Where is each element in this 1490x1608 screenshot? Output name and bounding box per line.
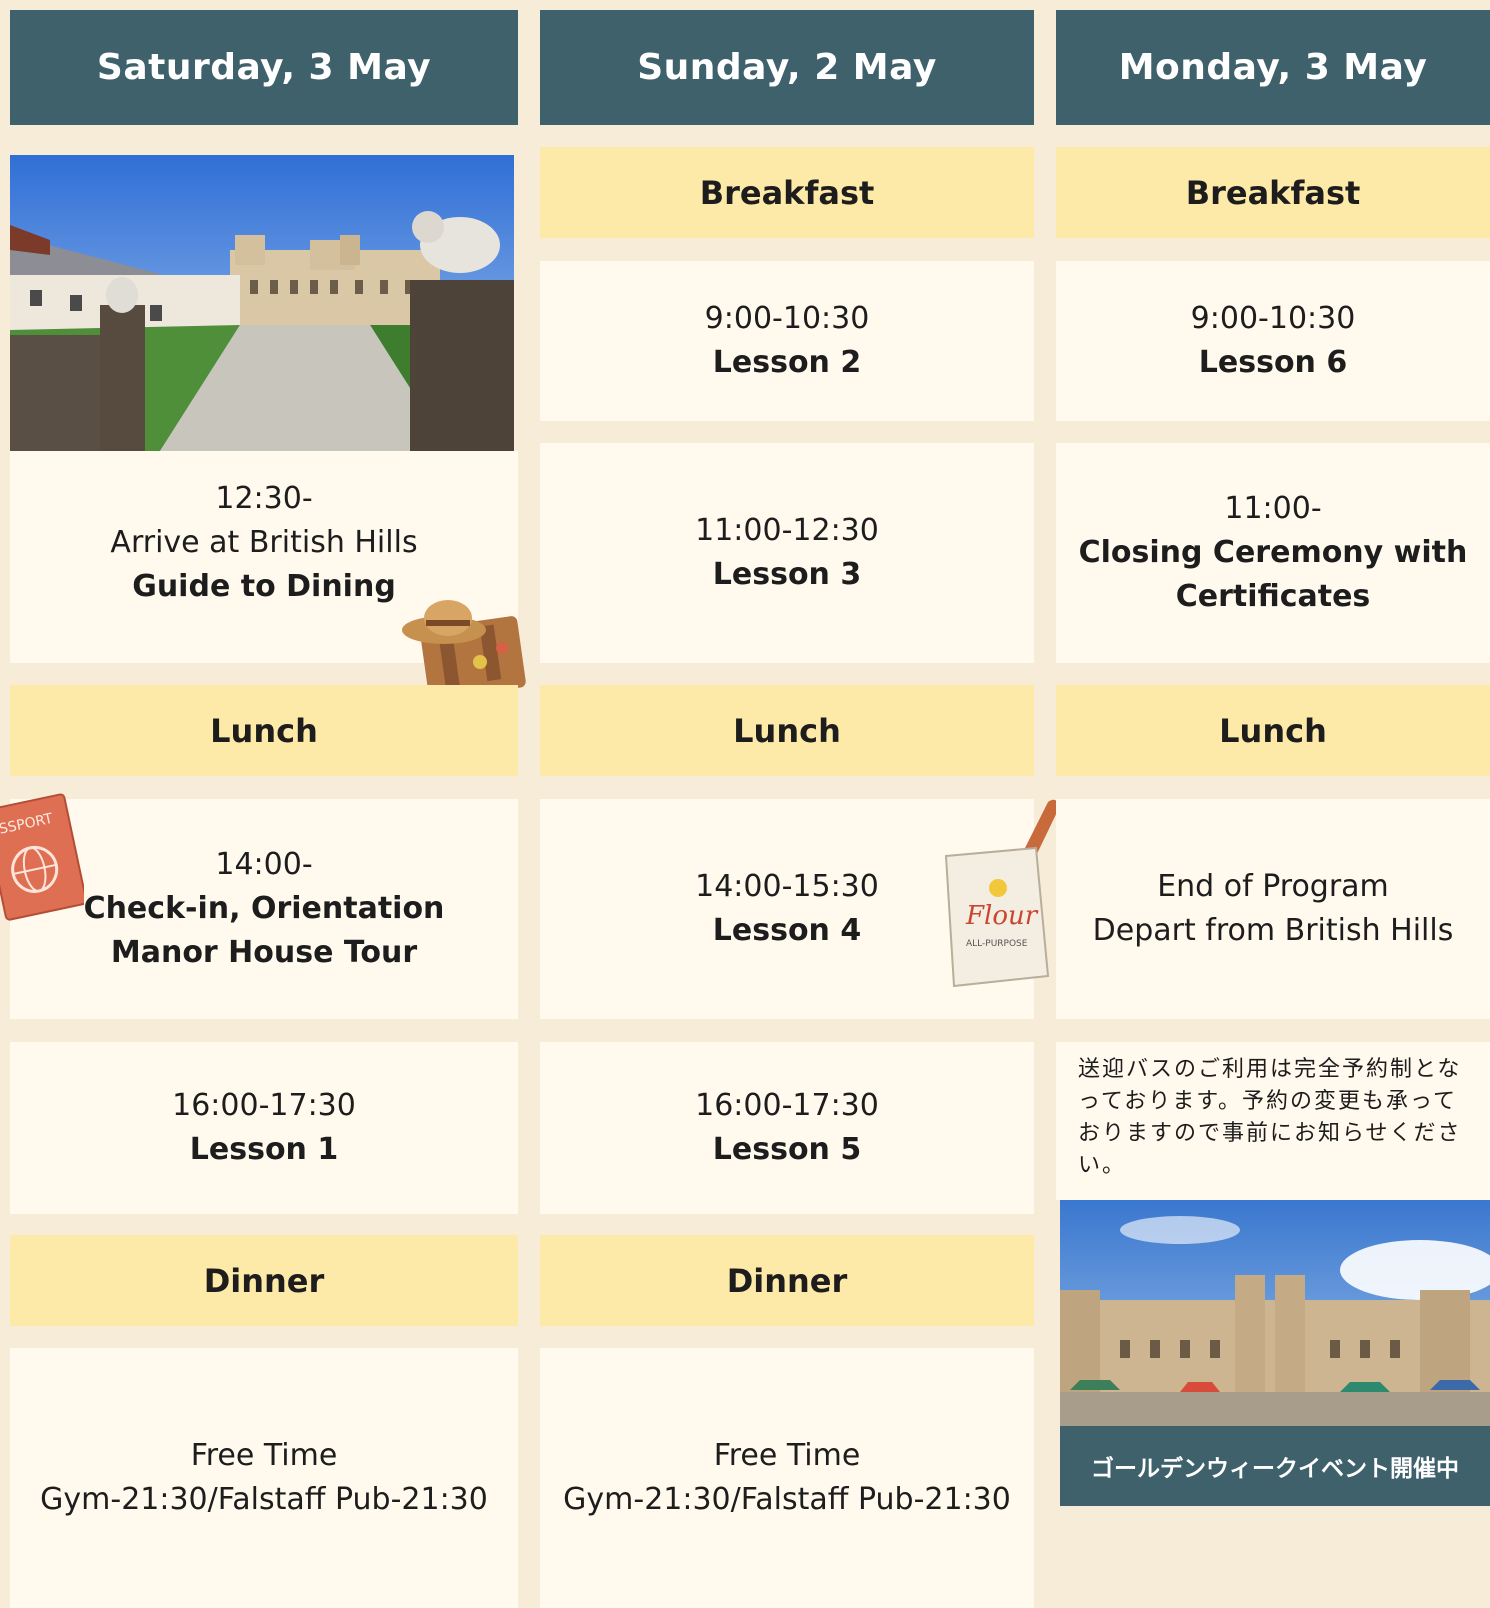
lesson6-title: Lesson 6 [1198, 345, 1348, 380]
dinner-saturday: Dinner [10, 1235, 518, 1326]
lesson6-time: 9:00-10:30 [1190, 301, 1356, 336]
lesson1-time: 16:00-17:30 [172, 1088, 356, 1123]
bus-reservation-note: 送迎バスのご利用は完全予約制となっております。予約の変更も承っておりますので事前… [1056, 1042, 1490, 1200]
flour-sticker: Flour ALL-PURPOSE [936, 796, 1074, 992]
dinner-sunday: Dinner [540, 1235, 1034, 1326]
event-banner[interactable]: ゴールデンウィークイベント開催中 [1060, 1426, 1490, 1506]
lesson3-time: 11:00-12:30 [695, 513, 879, 548]
castle-event-photo [1060, 1200, 1490, 1426]
free-line2: Gym-21:30/Falstaff Pub-21:30 [40, 1482, 488, 1517]
suitcase-hat-icon [402, 600, 526, 700]
banner-label: ゴールデンウィークイベント開催中 [1091, 1456, 1459, 1482]
meal-label: Breakfast [1185, 173, 1361, 212]
passport-sticker: ASSPORT [0, 786, 84, 926]
arrive-time: 12:30- [215, 481, 313, 516]
british-hills-photo [10, 155, 514, 451]
lesson3-title: Lesson 3 [712, 557, 862, 592]
meal-label: Lunch [1219, 711, 1327, 750]
lunch-sunday: Lunch [540, 685, 1034, 776]
castle-photo [10, 155, 514, 451]
breakfast-sunday: Breakfast [540, 147, 1034, 238]
meal-label: Lunch [210, 711, 318, 750]
meal-label: Dinner [726, 1261, 848, 1300]
breakfast-monday: Breakfast [1056, 147, 1490, 238]
free-time-sunday: Free Time Gym-21:30/Falstaff Pub-21:30 [540, 1348, 1034, 1608]
end-line1: End of Program [1157, 869, 1389, 904]
free-line1: Free Time [190, 1438, 338, 1473]
free-line2: Gym-21:30/Falstaff Pub-21:30 [563, 1482, 1011, 1517]
meal-label: Dinner [203, 1261, 325, 1300]
lesson2-title: Lesson 2 [712, 345, 862, 380]
lunch-monday: Lunch [1056, 685, 1490, 776]
header-label: Saturday, 3 May [96, 47, 432, 88]
lesson5-time: 16:00-17:30 [695, 1088, 879, 1123]
free-time-saturday: Free Time Gym-21:30/Falstaff Pub-21:30 [10, 1348, 518, 1608]
header-label: Monday, 3 May [1118, 47, 1428, 88]
checkin-line1: Check-in, Orientation [83, 891, 445, 926]
end-line2: Depart from British Hills [1092, 913, 1454, 948]
note-text: 送迎バスのご利用は完全予約制となっております。予約の変更も承っておりますので事前… [1078, 1057, 1462, 1178]
closing-card: 11:00- Closing Ceremony with Certificate… [1056, 443, 1490, 663]
lesson4-time: 14:00-15:30 [695, 869, 879, 904]
meal-label: Lunch [733, 711, 841, 750]
lesson2-card: 9:00-10:30 Lesson 2 [540, 261, 1034, 421]
event-photo[interactable] [1060, 1200, 1490, 1426]
lesson5-title: Lesson 5 [712, 1132, 862, 1167]
lesson2-time: 9:00-10:30 [704, 301, 870, 336]
header-monday: Monday, 3 May [1056, 10, 1490, 125]
header-label: Sunday, 2 May [637, 47, 937, 88]
free-line1: Free Time [713, 1438, 861, 1473]
lesson3-card: 11:00-12:30 Lesson 3 [540, 443, 1034, 663]
flour-sub-text: ALL-PURPOSE [966, 939, 1028, 949]
lesson1-title: Lesson 1 [189, 1132, 339, 1167]
closing-line2: Certificates [1175, 579, 1371, 614]
lesson1-card: 16:00-17:30 Lesson 1 [10, 1042, 518, 1214]
header-saturday: Saturday, 3 May [10, 10, 518, 125]
flour-bag-icon: Flour ALL-PURPOSE [944, 799, 1060, 988]
lesson4-title: Lesson 4 [712, 913, 862, 948]
lesson5-card: 16:00-17:30 Lesson 5 [540, 1042, 1034, 1214]
closing-time: 11:00- [1224, 491, 1322, 526]
end-program-card: End of Program Depart from British Hills [1056, 799, 1490, 1019]
arrive-line2: Guide to Dining [132, 569, 396, 604]
suitcase-hat-sticker [402, 588, 528, 700]
checkin-time: 14:00- [215, 847, 313, 882]
lunch-saturday: Lunch [10, 685, 518, 776]
lesson6-card: 9:00-10:30 Lesson 6 [1056, 261, 1490, 421]
checkin-card: 14:00- Check-in, Orientation Manor House… [10, 799, 518, 1019]
checkin-line2: Manor House Tour [110, 935, 418, 970]
passport-icon: ASSPORT [0, 793, 84, 921]
header-sunday: Sunday, 2 May [540, 10, 1034, 125]
meal-label: Breakfast [699, 173, 875, 212]
flour-text: Flour [965, 901, 1039, 931]
closing-line1: Closing Ceremony with [1078, 535, 1468, 570]
arrive-line1: Arrive at British Hills [110, 525, 418, 560]
